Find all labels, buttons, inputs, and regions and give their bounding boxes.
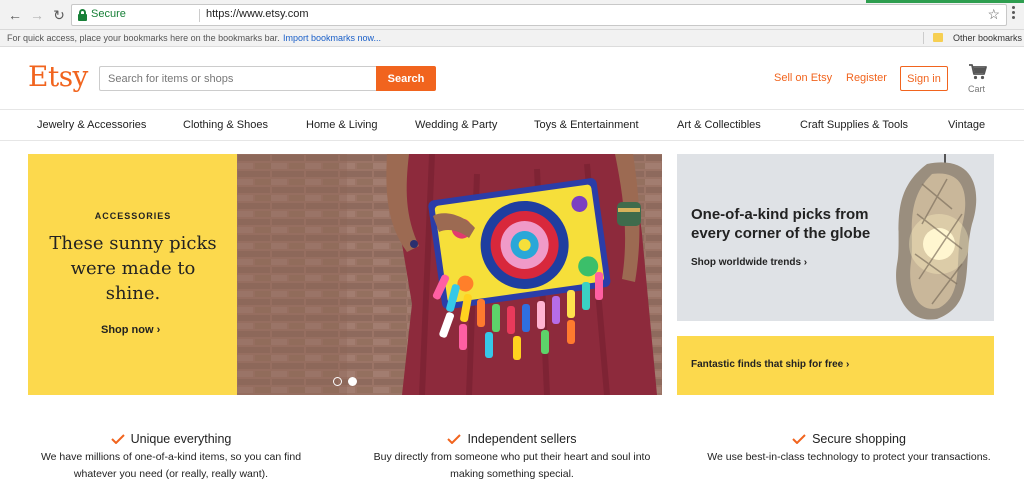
- free-shipping-link[interactable]: Fantastic finds that ship for free ›: [691, 359, 849, 370]
- category-jewelry-accessories[interactable]: Jewelry & Accessories: [37, 119, 146, 131]
- checkmark-icon: [110, 434, 125, 444]
- cart-icon[interactable]: [969, 64, 987, 80]
- hero-shop-now-link[interactable]: Shop now ›: [101, 324, 160, 336]
- worldwide-trends-card[interactable]: One-of-a-kind picks from every corner of…: [677, 154, 994, 321]
- bookmark-star-icon[interactable]: ☆: [987, 6, 1000, 23]
- lock-icon: [78, 9, 87, 21]
- bookmarks-bar: For quick access, place your bookmarks h…: [0, 30, 1024, 47]
- value-prop-unique: Unique everything We have millions of on…: [21, 431, 321, 483]
- clutch-bag-photo: [237, 154, 662, 395]
- category-wedding-party[interactable]: Wedding & Party: [415, 119, 497, 131]
- search-button[interactable]: Search: [376, 66, 436, 91]
- url-text[interactable]: https://www.etsy.com: [206, 8, 309, 20]
- back-arrow-icon[interactable]: ←: [6, 6, 24, 24]
- register-link[interactable]: Register: [846, 72, 887, 84]
- import-bookmarks-link[interactable]: Import bookmarks now...: [283, 30, 381, 46]
- category-clothing-shoes[interactable]: Clothing & Shoes: [183, 119, 268, 131]
- address-divider: [199, 9, 200, 22]
- carousel-dot-1[interactable]: [333, 377, 342, 386]
- bookmarks-divider: [923, 32, 924, 44]
- shop-worldwide-trends-link[interactable]: Shop worldwide trends ›: [691, 257, 807, 268]
- hero-eyebrow: ACCESSORIES: [94, 211, 172, 221]
- value-prop-title: Unique everything: [130, 432, 232, 446]
- hero-promo-panel[interactable]: ACCESSORIES These sunny picks were made …: [28, 154, 238, 395]
- window-accent-strip: [866, 0, 1024, 3]
- value-prop-body: We have millions of one-of-a-kind items,…: [40, 451, 302, 480]
- category-toys-entertainment[interactable]: Toys & Entertainment: [534, 119, 639, 131]
- category-nav: Jewelry & Accessories Clothing & Shoes H…: [0, 109, 1024, 141]
- search-input[interactable]: [100, 67, 377, 90]
- cart-label[interactable]: Cart: [968, 84, 985, 94]
- other-bookmarks-folder[interactable]: Other bookmarks: [953, 30, 1022, 46]
- hero-headline: These sunny picks were made to shine.: [49, 233, 217, 304]
- bookmarks-hint: For quick access, place your bookmarks h…: [7, 33, 280, 43]
- browser-menu-icon[interactable]: [1012, 6, 1016, 22]
- value-prop-body: We use best-in-class technology to prote…: [707, 451, 991, 463]
- reload-icon[interactable]: ↻: [50, 6, 68, 24]
- search-field[interactable]: [99, 66, 377, 91]
- sign-in-button[interactable]: Sign in: [900, 66, 948, 91]
- forward-arrow-icon[interactable]: →: [28, 6, 46, 24]
- sell-on-etsy-link[interactable]: Sell on Etsy: [774, 72, 832, 84]
- etsy-logo[interactable]: Etsy: [28, 60, 88, 93]
- worldwide-trends-title: One-of-a-kind picks from every corner of…: [691, 206, 871, 242]
- value-prop-independent: Independent sellers Buy directly from so…: [362, 431, 662, 483]
- category-vintage[interactable]: Vintage: [948, 119, 985, 131]
- value-prop-title: Secure shopping: [812, 432, 906, 446]
- checkmark-icon: [792, 434, 806, 444]
- checkmark-icon: [447, 434, 462, 444]
- value-prop-body: Buy directly from someone who put their …: [373, 451, 651, 480]
- secure-label: Secure: [91, 8, 126, 20]
- value-prop-secure: Secure shopping We use best-in-class tec…: [699, 431, 999, 466]
- address-bar[interactable]: Secure https://www.etsy.com ☆: [71, 4, 1007, 26]
- category-home-living[interactable]: Home & Living: [306, 119, 378, 131]
- browser-toolbar: ← → ↻ Secure https://www.etsy.com ☆: [0, 0, 1024, 30]
- hero-photo[interactable]: [237, 154, 662, 395]
- value-prop-title: Independent sellers: [467, 432, 577, 446]
- folder-icon: [933, 33, 943, 42]
- category-art-collectibles[interactable]: Art & Collectibles: [677, 119, 761, 131]
- free-shipping-banner[interactable]: Fantastic finds that ship for free ›: [677, 336, 994, 395]
- carousel-dot-2-active[interactable]: [348, 377, 357, 386]
- category-craft-supplies-tools[interactable]: Craft Supplies & Tools: [800, 119, 908, 131]
